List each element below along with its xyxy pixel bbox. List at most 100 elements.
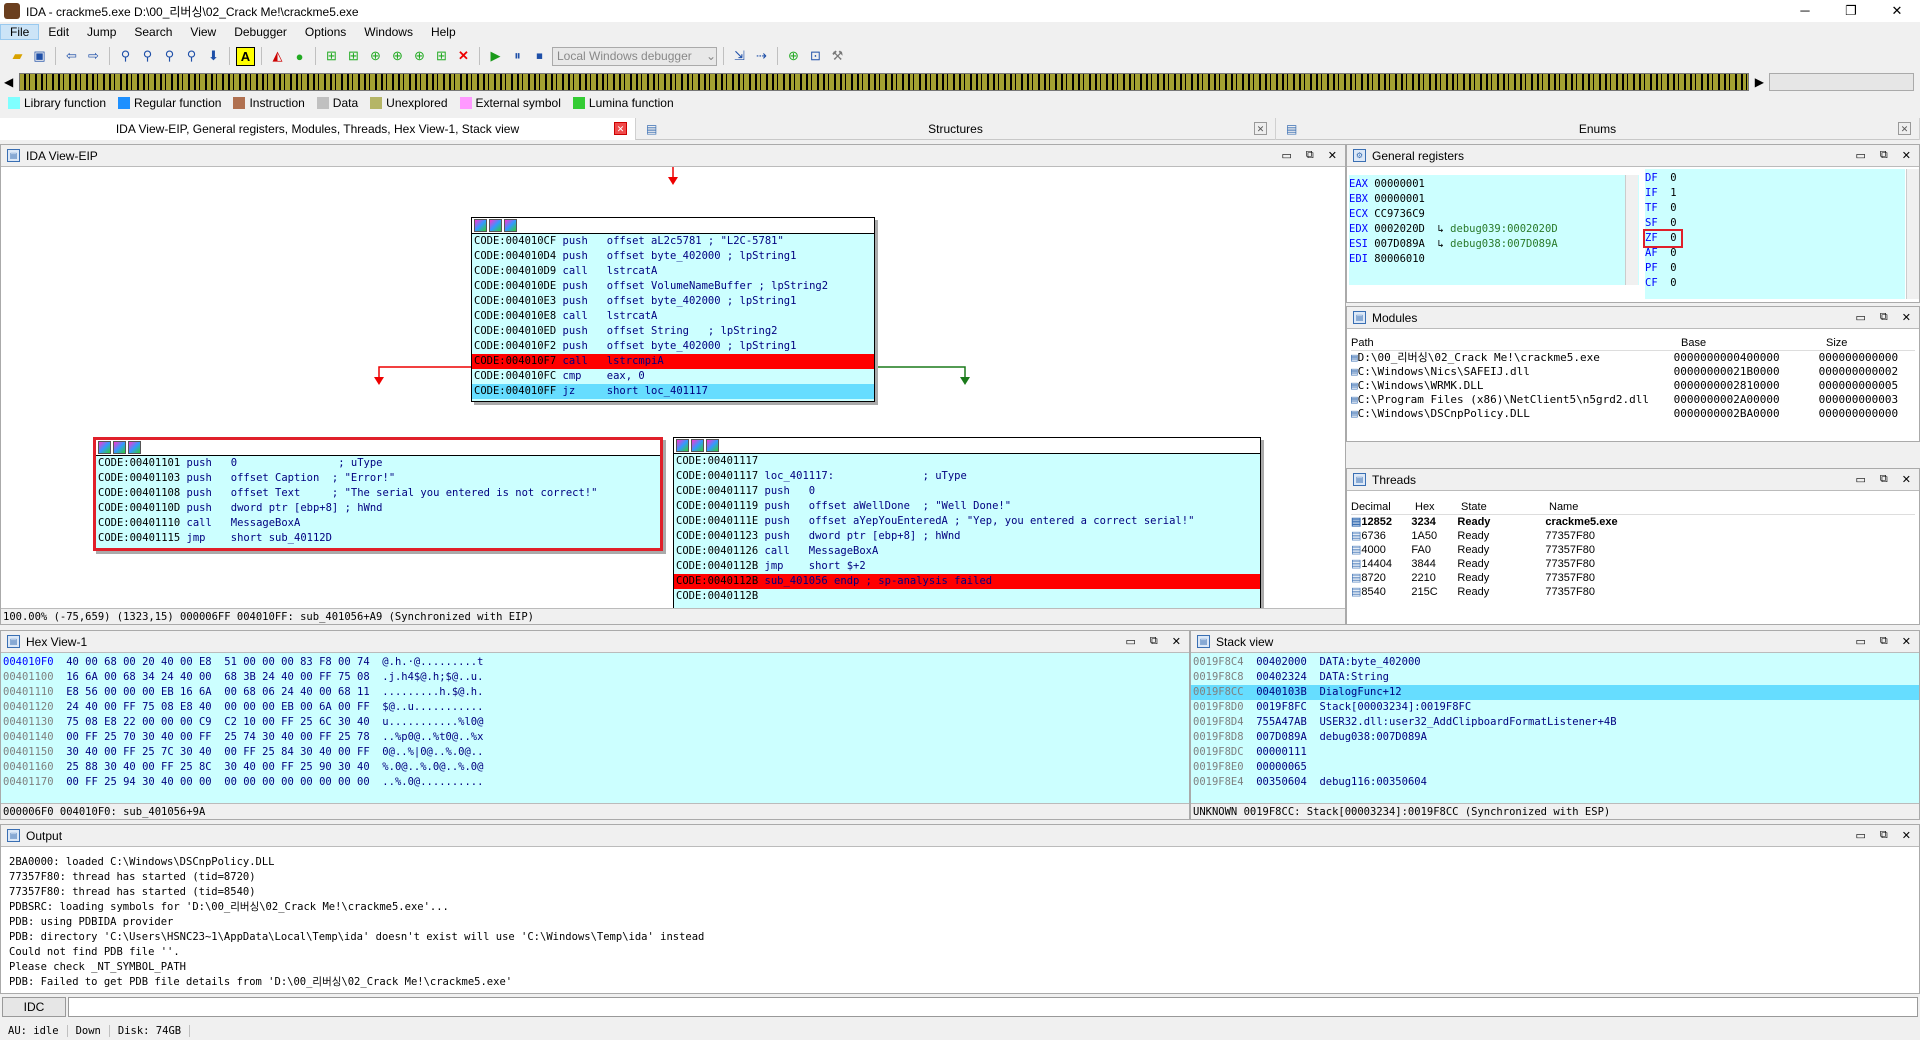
pane-close-icon[interactable]: ✕	[1328, 149, 1337, 162]
stack-row[interactable]: 0019F8DC 00000111	[1191, 745, 1919, 760]
flag-row[interactable]: PF 0	[1645, 261, 1905, 276]
navigation-combo[interactable]	[1769, 73, 1914, 91]
register-row[interactable]: EBX 00000001	[1349, 192, 1639, 207]
code-line[interactable]: CODE:00401110 call MessageBoxA	[96, 516, 660, 531]
search-binary-icon[interactable]: ⚲	[160, 47, 179, 66]
stop-icon[interactable]: ⏹	[530, 47, 549, 66]
flag-row[interactable]: TF 0	[1645, 201, 1905, 216]
module-row[interactable]: ▤ C:\Windows\WRMK.DLL 0000000002810000 000…	[1351, 379, 1915, 393]
menu-help[interactable]: Help	[422, 25, 465, 39]
breakpoint2-icon[interactable]: ⊡	[806, 47, 825, 66]
pane-float-icon[interactable]: ⧉	[1306, 149, 1314, 162]
stack-row[interactable]: 0019F8D0 0019F8FC Stack[00003234]:0019F8…	[1191, 700, 1919, 715]
top-basic-block[interactable]: CODE:004010CF push offset aL2c5781 ; "L2…	[471, 217, 875, 402]
code-line[interactable]: CODE:004010E3 push offset byte_402000 ; …	[472, 294, 874, 309]
stack-row[interactable]: 0019F8C8 00402324 DATA:String	[1191, 670, 1919, 685]
flag-row[interactable]: AF 0	[1645, 246, 1905, 261]
hex-row[interactable]: 004010F0 40 00 68 00 20 40 00 E8 51 00 0…	[1, 655, 1189, 670]
delete-icon[interactable]: ✕	[454, 47, 473, 66]
back-arrow-icon[interactable]: ⇦	[62, 47, 81, 66]
code-line[interactable]: CODE:00401117 loc_401117: ; uType	[674, 469, 1260, 484]
graph6-icon[interactable]: ⊞	[432, 47, 451, 66]
hex-row[interactable]: 00401170 00 FF 25 94 30 40 00 00 00 00 0…	[1, 775, 1189, 790]
tools-icon[interactable]: ⚒	[828, 47, 847, 66]
code-line[interactable]: CODE:004010FF jz short loc_401117	[472, 384, 874, 399]
pane-close-icon[interactable]: ✕	[1902, 311, 1911, 324]
success-basic-block[interactable]: CODE:00401117 CODE:00401117 loc_401117: …	[673, 437, 1261, 611]
start-debug-icon[interactable]: ▶	[486, 47, 505, 66]
open-file-icon[interactable]: ▰	[8, 47, 27, 66]
nav-right-icon[interactable]: ▶	[1755, 75, 1764, 89]
module-row[interactable]: ▤ D:\00_리버싱\02_Crack Me!\crackme5.exe 000…	[1351, 351, 1915, 365]
tab-close-icon[interactable]: ✕	[1898, 122, 1911, 135]
pane-minimize-icon[interactable]: ▭	[1126, 635, 1136, 648]
text-a-icon[interactable]: A	[236, 46, 255, 66]
code-line[interactable]: CODE:004010F7 call lstrcmpiA	[472, 354, 874, 369]
thread-row[interactable]: ▤ 6736 1A50 Ready 77357F80	[1351, 529, 1915, 543]
code-line[interactable]: CODE:00401117 push 0	[674, 484, 1260, 499]
menu-debugger[interactable]: Debugger	[225, 25, 296, 39]
register-row[interactable]: ECX CC9736C9	[1349, 207, 1639, 222]
pane-close-icon[interactable]: ✕	[1902, 635, 1911, 648]
menu-file[interactable]: File	[0, 24, 40, 40]
code-line[interactable]: CODE:00401126 call MessageBoxA	[674, 544, 1260, 559]
idc-button[interactable]: IDC	[2, 997, 66, 1017]
stack-row[interactable]: 0019F8D8 007D089A debug038:007D089A	[1191, 730, 1919, 745]
flag-row[interactable]: DF 0	[1645, 171, 1905, 186]
tab-close-icon[interactable]: ✕	[1254, 122, 1267, 135]
down-arrow-icon[interactable]: ⬇	[204, 47, 223, 66]
stack-dump[interactable]: 0019F8C4 00402000 DATA:byte_402000 0019F8…	[1191, 653, 1919, 803]
flag-row[interactable]: ZF 0	[1643, 229, 1683, 248]
hex-dump[interactable]: 004010F0 40 00 68 00 20 40 00 E8 51 00 0…	[1, 653, 1189, 803]
pane-close-icon[interactable]: ✕	[1172, 635, 1181, 648]
stack-row[interactable]: 0019F8C4 00402000 DATA:byte_402000	[1191, 655, 1919, 670]
debugger-select[interactable]: Local Windows debugger ⌄	[552, 46, 717, 66]
pane-minimize-icon[interactable]: ▭	[1856, 635, 1866, 648]
stack-row[interactable]: 0019F8D4 755A47AB USER32.dll:user32_AddC…	[1191, 715, 1919, 730]
graph4-icon[interactable]: ⊕	[388, 47, 407, 66]
minimize-button[interactable]: ─	[1782, 3, 1828, 19]
search-text-icon[interactable]: ⚲	[138, 47, 157, 66]
hex-row[interactable]: 00401100 16 6A 00 68 34 24 40 00 68 3B 2…	[1, 670, 1189, 685]
thread-row[interactable]: ▤ 8540 215C Ready 77357F80	[1351, 585, 1915, 599]
code-line[interactable]: CODE:004010DE push offset VolumeNameBuff…	[472, 279, 874, 294]
flag-list[interactable]: DF 0 IF 1 TF 0 SF 0 ZF 0 AF 0 PF 0 CF 0	[1643, 169, 1905, 299]
stack-row[interactable]: 0019F8CC 0040103B DialogFunc+12	[1191, 685, 1919, 700]
green-circle-icon[interactable]: ●	[290, 47, 309, 66]
pane-float-icon[interactable]: ⧉	[1880, 829, 1888, 842]
tab-ida-view[interactable]: IDA View-EIP, General registers, Modules…	[0, 118, 636, 140]
menu-search[interactable]: Search	[125, 25, 181, 39]
menu-options[interactable]: Options	[296, 25, 355, 39]
flag-row[interactable]: CF 0	[1645, 276, 1905, 291]
menu-view[interactable]: View	[181, 25, 225, 39]
breakpoint-icon[interactable]: ⊕	[784, 47, 803, 66]
code-line[interactable]: CODE:00401117	[674, 454, 1260, 469]
code-line[interactable]: CODE:004010D9 call lstrcatA	[472, 264, 874, 279]
code-line[interactable]: CODE:00401119 push offset aWellDone ; "W…	[674, 499, 1260, 514]
hex-row[interactable]: 00401140 00 FF 25 70 30 40 00 FF 25 74 3…	[1, 730, 1189, 745]
code-line[interactable]: CODE:00401108 push offset Text ; "The se…	[96, 486, 660, 501]
module-row[interactable]: ▤ C:\Windows\Nics\SAFEIJ.dll 00000000021B…	[1351, 365, 1915, 379]
hex-row[interactable]: 00401130 75 08 E8 22 00 00 00 C9 C2 10 0…	[1, 715, 1189, 730]
code-line[interactable]: CODE:004010CF push offset aL2c5781 ; "L2…	[472, 234, 874, 249]
save-icon[interactable]: ▣	[30, 47, 49, 66]
graph2-icon[interactable]: ⊞	[344, 47, 363, 66]
search-next-icon[interactable]: ⚲	[182, 47, 201, 66]
thread-row[interactable]: ▤ 4000 FA0 Ready 77357F80	[1351, 543, 1915, 557]
code-line[interactable]: CODE:0040111E push offset aYepYouEntered…	[674, 514, 1260, 529]
pane-close-icon[interactable]: ✕	[1902, 473, 1911, 486]
tab-close-icon[interactable]: ✕	[614, 122, 627, 135]
pane-minimize-icon[interactable]: ▭	[1856, 149, 1866, 162]
code-line[interactable]: CODE:004010FC cmp eax, 0	[472, 369, 874, 384]
graph5-icon[interactable]: ⊕	[410, 47, 429, 66]
hex-row[interactable]: 00401160 25 88 30 40 00 FF 25 8C 30 40 0…	[1, 760, 1189, 775]
menu-edit[interactable]: Edit	[39, 25, 78, 39]
forward-arrow-icon[interactable]: ⇨	[84, 47, 103, 66]
step-into-icon[interactable]: ⇲	[730, 47, 749, 66]
binoculars-icon[interactable]: ⚲	[116, 47, 135, 66]
pane-float-icon[interactable]: ⧉	[1880, 473, 1888, 486]
pane-minimize-icon[interactable]: ▭	[1856, 473, 1866, 486]
code-line[interactable]: CODE:0040112B jmp short $+2	[674, 559, 1260, 574]
navigation-bar[interactable]	[19, 73, 1749, 91]
code-line[interactable]: CODE:00401103 push offset Caption ; "Err…	[96, 471, 660, 486]
